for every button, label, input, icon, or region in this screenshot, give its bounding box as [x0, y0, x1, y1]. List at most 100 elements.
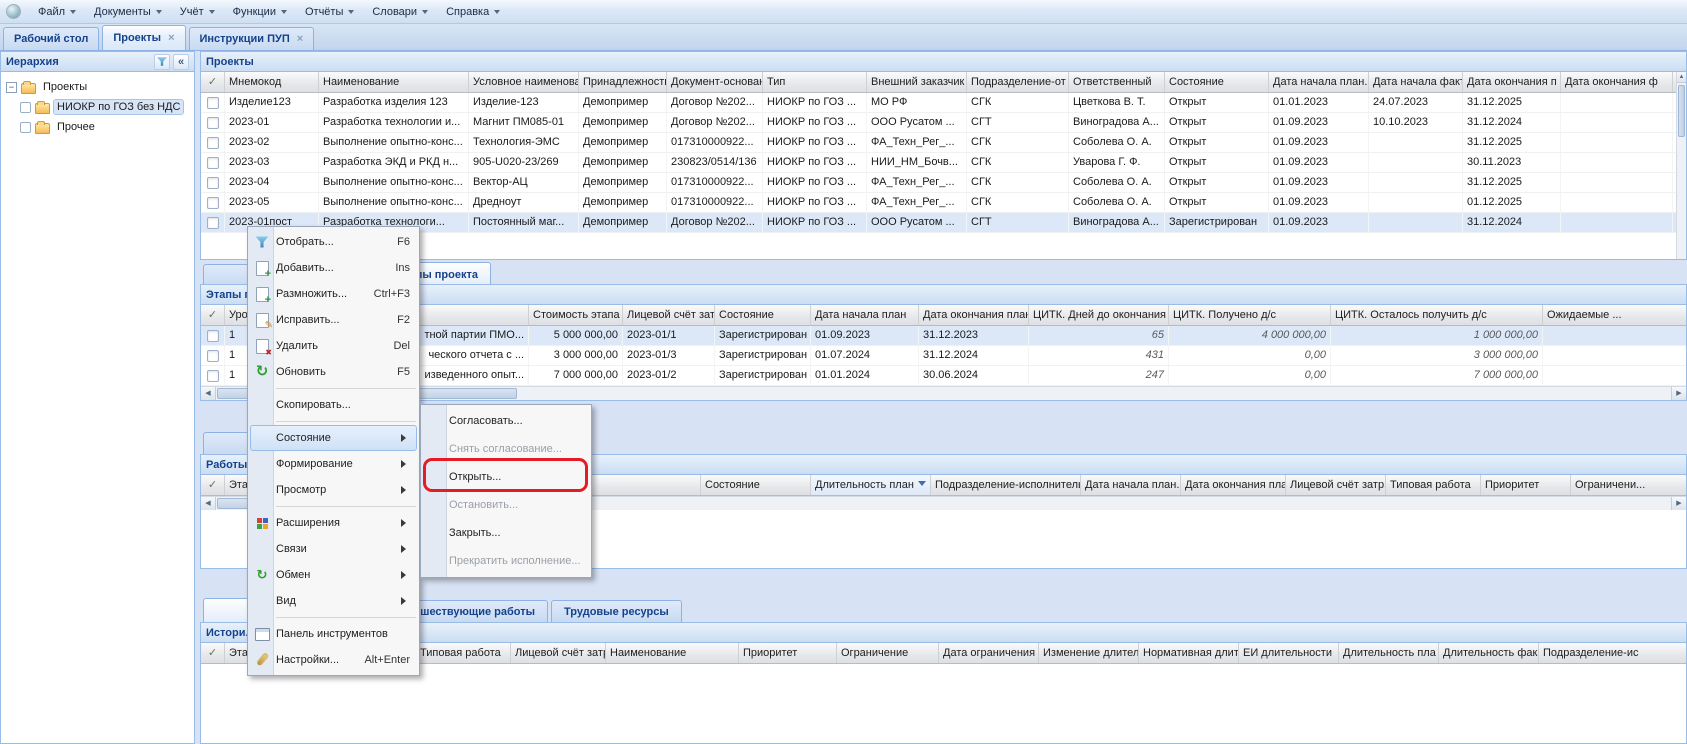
tree-expander-icon[interactable]: −: [6, 82, 17, 93]
tree-node[interactable]: НИОКР по ГОЗ без НДС: [1, 97, 194, 117]
menu-item-formation[interactable]: Формирование: [250, 451, 417, 477]
table-row[interactable]: 2023-03Разработка ЭКД и РКД н...905-U020…: [201, 153, 1686, 173]
submenu-item-open[interactable]: Открыть...: [423, 463, 589, 491]
menu-item-duplicate[interactable]: Размножить...Ctrl+F3: [250, 281, 417, 307]
menu-item-view[interactable]: Вид: [250, 588, 417, 614]
checkbox-icon[interactable]: [207, 197, 219, 209]
select-all-header[interactable]: ✓: [201, 305, 225, 325]
menu-item-delete[interactable]: УдалитьDel: [250, 333, 417, 359]
collapse-panel-button[interactable]: «: [173, 54, 189, 70]
menu-item-extensions[interactable]: Расширения: [250, 510, 417, 536]
column-header[interactable]: Ответственный: [1069, 72, 1165, 92]
column-header[interactable]: Типовая работа: [1386, 475, 1481, 495]
column-header[interactable]: Состояние: [701, 475, 811, 495]
column-header[interactable]: Подразделение-исполнитель.: [931, 475, 1081, 495]
submenu-item-close[interactable]: Закрыть...: [423, 519, 589, 547]
table-row[interactable]: 2023-05Выполнение опытно-конс...Дредноут…: [201, 193, 1686, 213]
row-select-cell[interactable]: [201, 366, 225, 385]
menubar-item[interactable]: Справка: [438, 3, 508, 21]
scroll-right-button[interactable]: ▶: [1671, 387, 1686, 400]
tree-node[interactable]: −Проекты: [1, 77, 194, 97]
projects-vertical-scrollbar[interactable]: ▲: [1676, 72, 1686, 259]
column-header[interactable]: ЦИТК. Получено д/с: [1169, 305, 1331, 325]
table-row[interactable]: 1тной партии ПМО...5 000 000,002023-01/1…: [201, 326, 1686, 346]
column-header[interactable]: Дата окончания п: [1463, 72, 1561, 92]
column-header[interactable]: Наименование: [606, 643, 739, 663]
column-header[interactable]: Лицевой счёт затр: [511, 643, 606, 663]
submenu-item-approve[interactable]: Согласовать...: [423, 407, 589, 435]
menu-item-settings[interactable]: Настройки...Alt+Enter: [250, 647, 417, 673]
checkbox-icon[interactable]: [207, 350, 219, 362]
stages-horizontal-scrollbar[interactable]: ◀ ▶: [201, 386, 1686, 400]
menu-item-toolbar[interactable]: Панель инструментов: [250, 621, 417, 647]
column-header[interactable]: Условное наименова: [469, 72, 579, 92]
column-header[interactable]: Подразделение-ис: [1539, 643, 1687, 663]
table-row[interactable]: Изделие123Разработка изделия 123Изделие-…: [201, 93, 1686, 113]
section-tab[interactable]: Трудовые ресурсы: [551, 600, 682, 622]
scroll-left-button[interactable]: ◀: [201, 387, 216, 400]
menu-item-edit[interactable]: Исправить...F2: [250, 307, 417, 333]
checkbox-icon[interactable]: [207, 330, 219, 342]
column-header[interactable]: Дата окончания план: [1181, 475, 1286, 495]
column-header[interactable]: Ограничение: [837, 643, 939, 663]
menu-item-state[interactable]: Состояние: [250, 425, 417, 451]
checkbox-icon[interactable]: [207, 157, 219, 169]
column-header[interactable]: Изменение длител: [1039, 643, 1139, 663]
row-select-cell[interactable]: [201, 173, 225, 192]
scroll-left-button[interactable]: ◀: [201, 497, 216, 510]
checkbox-icon[interactable]: [207, 137, 219, 149]
column-header[interactable]: Нормативная длит: [1139, 643, 1239, 663]
menu-item-refresh[interactable]: ОбновитьF5: [250, 359, 417, 385]
table-row[interactable]: 1ческого отчета с ...3 000 000,002023-01…: [201, 346, 1686, 366]
select-all-header[interactable]: ✓: [201, 643, 225, 663]
column-header[interactable]: Дата начала план: [811, 305, 919, 325]
column-header[interactable]: Состояние: [715, 305, 811, 325]
column-header[interactable]: Приоритет: [1481, 475, 1571, 495]
menubar-item[interactable]: Функции: [225, 3, 295, 21]
checkbox-icon[interactable]: [207, 117, 219, 129]
column-header[interactable]: Дата начала факт: [1369, 72, 1463, 92]
column-header[interactable]: ЦИТК. Дней до окончания: [1029, 305, 1169, 325]
column-header[interactable]: Дата начала план.: [1269, 72, 1369, 92]
column-header[interactable]: Приоритет: [739, 643, 837, 663]
column-header[interactable]: Наименование: [319, 72, 469, 92]
menubar-item[interactable]: Документы: [86, 3, 170, 21]
main-tab[interactable]: Проекты×: [102, 25, 185, 50]
column-header[interactable]: Стоимость этапа: [529, 305, 623, 325]
column-header[interactable]: Состояние: [1165, 72, 1269, 92]
column-header[interactable]: Принадлежность: [579, 72, 667, 92]
menubar-item[interactable]: Учёт: [172, 3, 223, 21]
menubar-item[interactable]: Словари: [364, 3, 436, 21]
select-all-header[interactable]: ✓: [201, 72, 225, 92]
row-select-cell[interactable]: [201, 326, 225, 345]
column-header[interactable]: Дата ограничения: [939, 643, 1039, 663]
column-header[interactable]: ЦИТК. Осталось получить д/с: [1331, 305, 1543, 325]
row-select-cell[interactable]: [201, 213, 225, 232]
column-header[interactable]: Ограничени...: [1571, 475, 1687, 495]
scroll-thumb[interactable]: [1678, 85, 1685, 137]
select-all-header[interactable]: ✓: [201, 475, 225, 495]
tree-node[interactable]: Прочее: [1, 117, 194, 137]
column-header[interactable]: Длительность фак: [1439, 643, 1539, 663]
table-row[interactable]: 2023-02Выполнение опытно-конс...Технолог…: [201, 133, 1686, 153]
column-header[interactable]: Ожидаемые ...: [1543, 305, 1687, 325]
column-header[interactable]: Лицевой счёт затр: [1286, 475, 1386, 495]
tab-close-icon[interactable]: ×: [168, 33, 174, 43]
menu-item-copy[interactable]: Скопировать...: [250, 392, 417, 418]
column-header[interactable]: Длительность план: [811, 475, 931, 495]
column-header[interactable]: Дата окончания план: [919, 305, 1029, 325]
menu-item-preview[interactable]: Просмотр: [250, 477, 417, 503]
checkbox-icon[interactable]: [207, 177, 219, 189]
row-select-cell[interactable]: [201, 153, 225, 172]
row-select-cell[interactable]: [201, 113, 225, 132]
table-row[interactable]: 2023-01Разработка технологии и...Магнит …: [201, 113, 1686, 133]
row-select-cell[interactable]: [201, 193, 225, 212]
row-select-cell[interactable]: [201, 346, 225, 365]
tab-close-icon[interactable]: ×: [297, 34, 303, 44]
checkbox-icon[interactable]: [207, 370, 219, 382]
checkbox-icon[interactable]: [207, 217, 219, 229]
menu-item-links[interactable]: Связи: [250, 536, 417, 562]
scroll-right-button[interactable]: ▶: [1671, 497, 1686, 510]
column-header[interactable]: Подразделение-от: [967, 72, 1069, 92]
column-header[interactable]: Мнемокод: [225, 72, 319, 92]
